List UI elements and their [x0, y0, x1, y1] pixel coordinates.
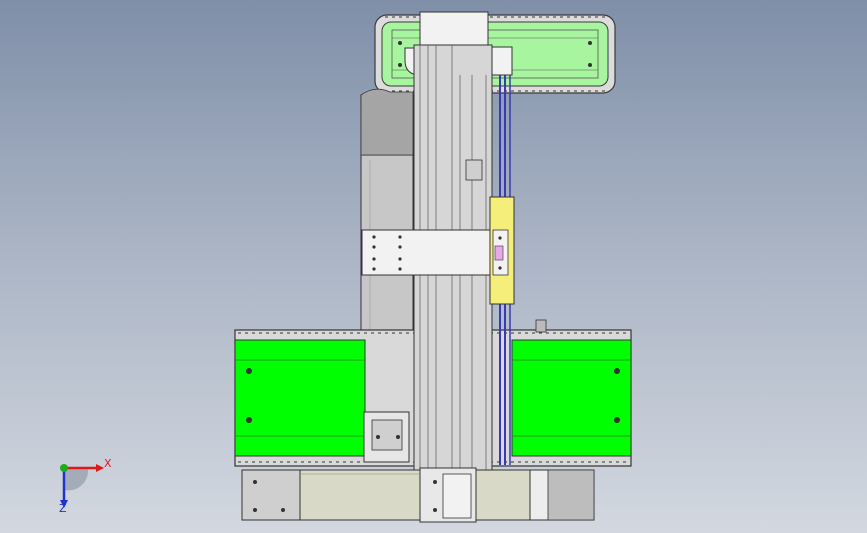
- x-axis-label: X: [104, 457, 112, 470]
- mount-screw: [398, 63, 402, 67]
- view-orientation-triad-icon[interactable]: X Z: [44, 450, 114, 516]
- cad-graphics-viewport[interactable]: X Z: [0, 0, 867, 533]
- mount-screw: [614, 417, 620, 423]
- mount-screw: [588, 63, 592, 67]
- z-axis-label: Z: [59, 502, 67, 515]
- mount-screw: [246, 417, 252, 423]
- linear-module-model[interactable]: [0, 0, 867, 533]
- mount-screw: [614, 368, 620, 374]
- motor-coupling-block[interactable]: [363, 411, 410, 463]
- middle-carriage-plate[interactable]: [361, 229, 491, 276]
- mount-screw: [246, 368, 252, 374]
- mount-screw: [398, 41, 402, 45]
- bottom-base-module[interactable]: [241, 467, 595, 523]
- yellow-sensor-block[interactable]: [489, 196, 515, 305]
- mount-screw: [588, 41, 592, 45]
